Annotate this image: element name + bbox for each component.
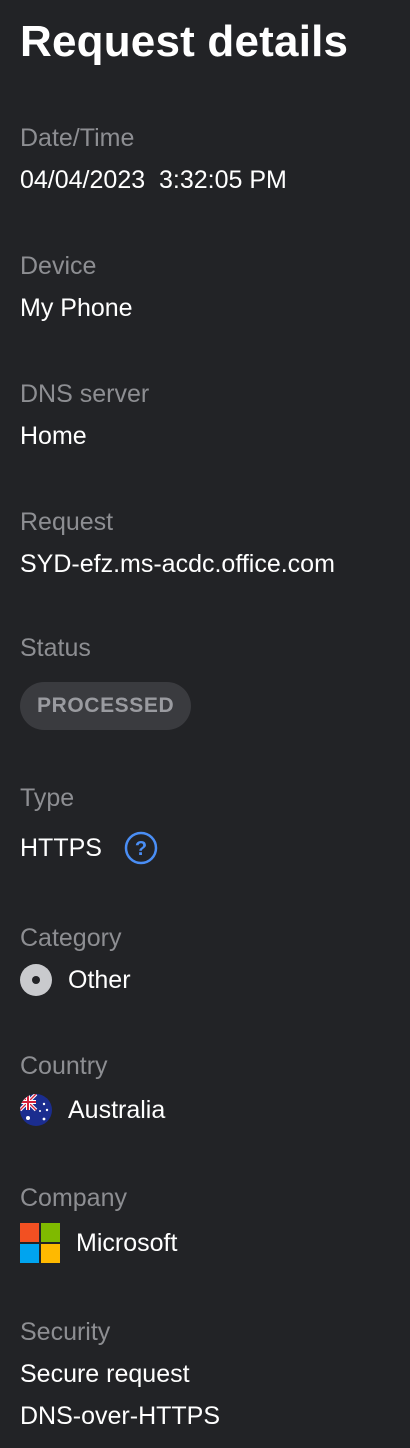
country-value: Australia — [68, 1096, 166, 1124]
category-row: Other — [20, 960, 131, 1000]
type-value: HTTPS — [20, 834, 102, 862]
security-label: Security — [20, 1318, 111, 1346]
datetime-value: 04/04/2023 3:32:05 PM — [20, 166, 287, 194]
category-label: Category — [20, 924, 122, 952]
australia-flag-icon — [20, 1094, 52, 1126]
microsoft-logo-icon — [20, 1223, 60, 1263]
company-value: Microsoft — [76, 1229, 178, 1257]
request-value: SYD-efz.ms-acdc.office.com — [20, 550, 335, 578]
datetime-label: Date/Time — [20, 124, 135, 152]
status-label: Status — [20, 634, 91, 662]
page-title: Request details — [20, 17, 349, 66]
dns-server-label: DNS server — [20, 380, 150, 408]
type-label: Type — [20, 784, 75, 812]
device-label: Device — [20, 252, 97, 280]
country-label: Country — [20, 1052, 108, 1080]
device-value: My Phone — [20, 294, 133, 322]
security-value-line1: Secure request — [20, 1360, 190, 1388]
type-row: HTTPS ? — [20, 828, 158, 868]
country-row: Australia — [20, 1090, 165, 1130]
svg-text:?: ? — [135, 838, 147, 860]
category-value: Other — [68, 966, 131, 994]
company-row: Microsoft — [20, 1223, 177, 1263]
category-other-icon — [20, 964, 52, 996]
company-label: Company — [20, 1184, 127, 1212]
dns-server-value: Home — [20, 422, 87, 450]
help-icon[interactable]: ? — [124, 831, 158, 865]
request-label: Request — [20, 508, 114, 536]
status-badge: PROCESSED — [20, 682, 192, 730]
security-value-line2: DNS-over-HTTPS — [20, 1402, 221, 1430]
